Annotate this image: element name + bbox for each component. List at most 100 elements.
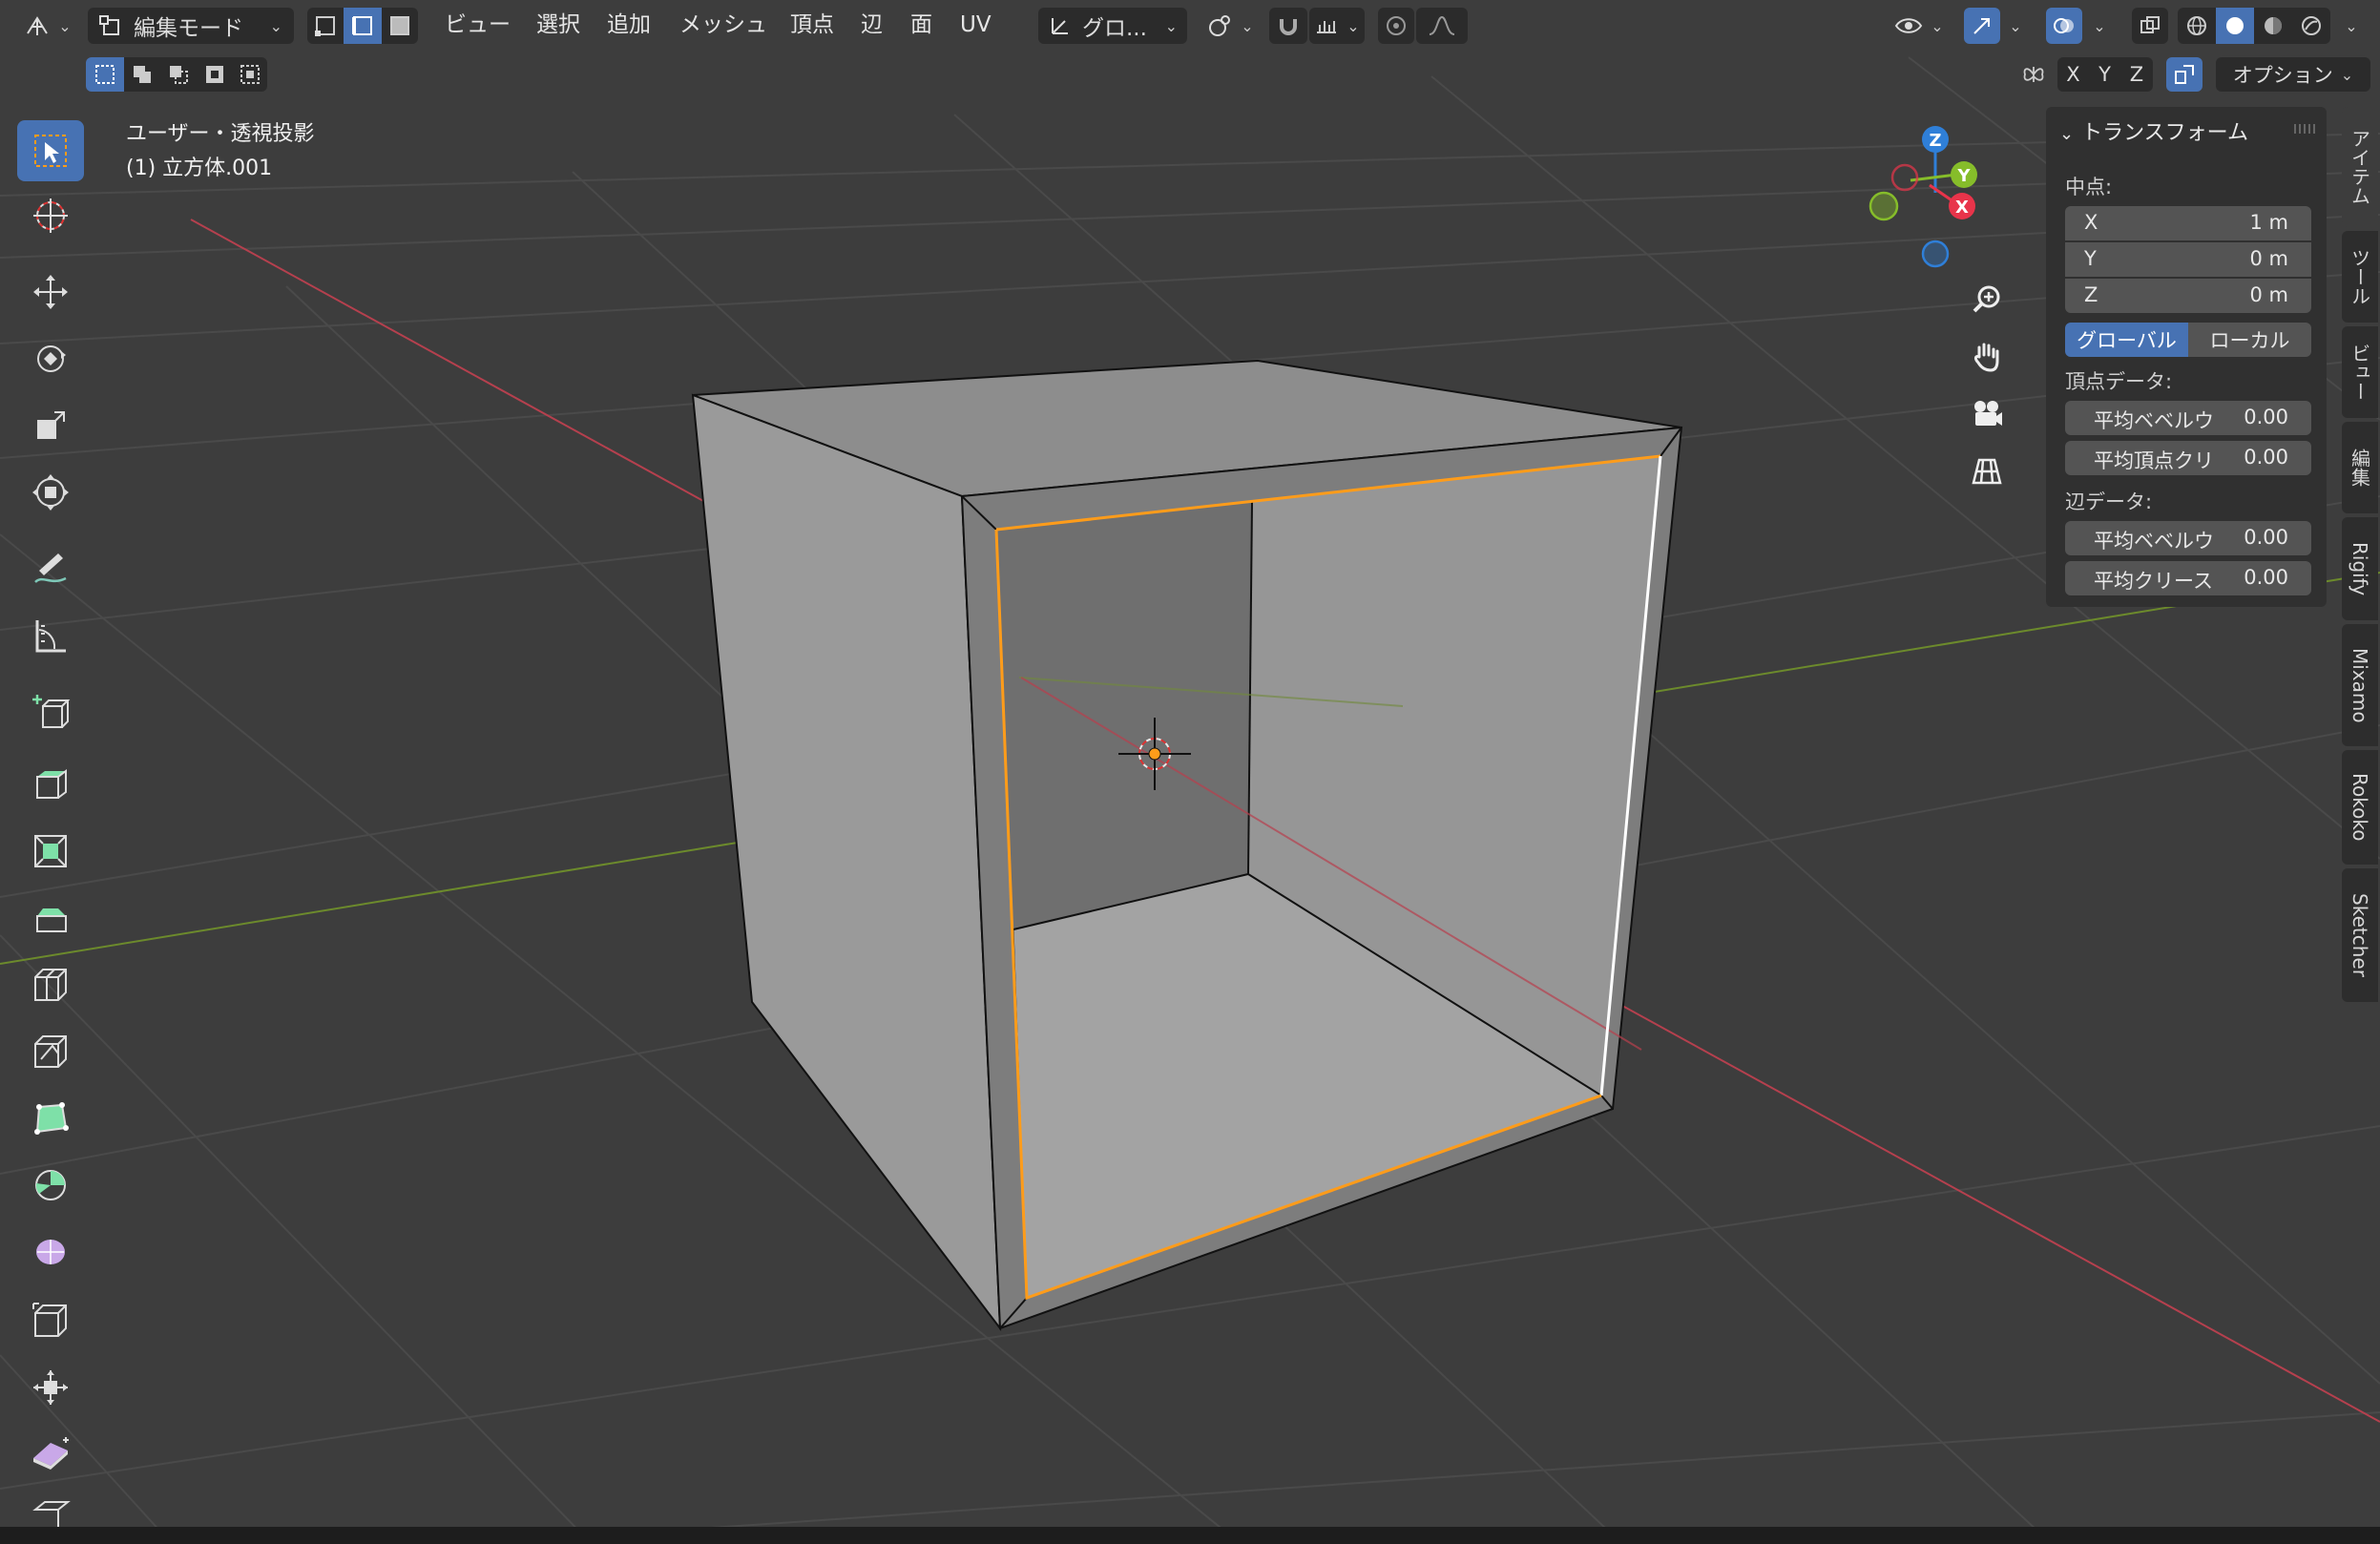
tab-mixamo[interactable]: Mixamo (2342, 624, 2378, 746)
mirror-y-toggle[interactable]: Y (2089, 57, 2120, 92)
select-box-tool[interactable] (17, 120, 84, 181)
pivot-point-dropdown[interactable]: ⌄ (1200, 8, 1260, 44)
options-dropdown[interactable]: オプション ⌄ (2216, 57, 2370, 92)
median-z-field[interactable]: Z 0 m (2065, 279, 2311, 313)
add-cube-icon (32, 695, 71, 728)
select-intersect-button[interactable] (233, 57, 267, 92)
add-cube-tool[interactable] (17, 681, 84, 742)
overlay-dropdown[interactable]: ⌄ (2086, 8, 2113, 44)
spin-tool[interactable] (17, 1155, 84, 1216)
select-subtract-button[interactable] (160, 57, 197, 92)
xray-toggle[interactable] (2132, 8, 2168, 44)
tab-view[interactable]: ビュー (2342, 326, 2378, 418)
shrink-fatten-tool[interactable] (17, 1357, 84, 1418)
mirror-z-toggle[interactable]: Z (2120, 57, 2153, 92)
annotate-tool[interactable] (17, 538, 84, 599)
mirror-icon-button[interactable] (2015, 57, 2052, 92)
menu-add[interactable]: 追加 (607, 10, 651, 40)
select-subtract-icon (170, 66, 188, 84)
navigation-gizmo[interactable]: Z Y X (1851, 115, 1985, 277)
gizmo-icon (1973, 18, 1990, 34)
falloff-dropdown[interactable] (1416, 8, 1468, 44)
transform-orientation-dropdown[interactable]: グロ... ⌄ (1038, 8, 1187, 44)
rotate-tool[interactable] (17, 328, 84, 389)
menu-select[interactable]: 選択 (536, 10, 580, 40)
camera-view-button[interactable] (1962, 389, 2012, 439)
edge-bevel-weight-field[interactable]: 平均ベベルウ 0.00 (2065, 521, 2311, 555)
solid-sphere-icon (2226, 17, 2244, 34)
editor-type-button[interactable]: ⌄ (19, 8, 76, 44)
tab-label: Sketcher (2349, 893, 2371, 977)
global-button[interactable]: グローバル (2065, 323, 2188, 357)
median-x-field[interactable]: X 1 m (2065, 206, 2311, 240)
tab-rokoko[interactable]: Rokoko (2342, 750, 2378, 865)
gizmo-y-negative[interactable] (1869, 191, 1899, 221)
menu-vertex[interactable]: 頂点 (790, 10, 834, 40)
menu-edge[interactable]: 辺 (861, 10, 883, 40)
menu-view[interactable]: ビュー (445, 10, 511, 40)
mirror-options: X Y Z オプション ⌄ (2015, 57, 2378, 95)
material-shading-button[interactable] (2254, 8, 2292, 44)
rendered-shading-button[interactable] (2292, 8, 2330, 44)
face-select-button[interactable] (382, 8, 418, 44)
tab-tool[interactable]: ツール (2342, 231, 2378, 323)
vertex-bevel-weight-field[interactable]: 平均ベベルウ 0.00 (2065, 401, 2311, 435)
tab-rigify[interactable]: Rigify (2342, 517, 2378, 620)
local-button[interactable]: ローカル (2188, 323, 2311, 357)
menu-mesh[interactable]: メッシュ (679, 10, 767, 40)
scale-tool[interactable] (17, 395, 84, 456)
solid-shading-button[interactable] (2216, 8, 2254, 44)
select-extend-button[interactable] (124, 57, 160, 92)
snap-target-dropdown[interactable]: ⌄ (1309, 8, 1365, 44)
gizmo-toggle[interactable] (1964, 8, 2000, 44)
mode-selector[interactable]: 編集モード ⌄ (88, 8, 294, 44)
vertex-crease-field[interactable]: 平均頂点クリ 0.00 (2065, 441, 2311, 475)
edge-slide-tool[interactable] (17, 1290, 84, 1351)
shear-tool[interactable] (17, 1424, 84, 1485)
transform-tool[interactable] (17, 462, 84, 523)
snap-toggle[interactable] (1269, 8, 1307, 44)
visibility-dropdown[interactable]: ⌄ (1889, 8, 1949, 44)
menu-uv[interactable]: UV (960, 10, 992, 40)
median-x-value: 1 m (2249, 211, 2289, 234)
select-invert-button[interactable] (197, 57, 233, 92)
wireframe-shading-button[interactable] (2178, 8, 2216, 44)
rip-region-tool[interactable] (17, 1491, 84, 1529)
cursor-tool[interactable] (17, 185, 84, 246)
auto-merge-toggle[interactable] (2166, 57, 2203, 92)
gizmo-z-negative[interactable] (1921, 240, 1950, 268)
select-new-button[interactable] (86, 57, 124, 92)
gizmo-x-negative[interactable] (1890, 163, 1919, 192)
menu-face[interactable]: 面 (910, 10, 932, 40)
gizmo-dropdown[interactable]: ⌄ (2002, 8, 2029, 44)
move-tool[interactable] (17, 261, 84, 323)
transform-panel: ⌄ トランスフォーム 中点: X 1 m Y 0 m Z 0 m グローバル ロー… (2046, 107, 2327, 607)
vertex-select-button[interactable] (307, 8, 344, 44)
tab-edit[interactable]: 編集 (2342, 422, 2378, 513)
smooth-vertices-icon (36, 1240, 65, 1264)
mirror-x-toggle[interactable]: X (2057, 57, 2089, 92)
median-y-field[interactable]: Y 0 m (2065, 242, 2311, 277)
measure-tool[interactable] (17, 605, 84, 666)
bevel-tool[interactable] (17, 887, 84, 949)
tab-sketcher[interactable]: Sketcher (2342, 868, 2378, 1002)
cube-mesh[interactable] (691, 359, 1683, 1332)
pan-button[interactable] (1962, 332, 2012, 382)
transform-panel-header[interactable]: ⌄ トランスフォーム (2059, 115, 2248, 153)
edge-select-button[interactable] (344, 8, 382, 44)
knife-tool[interactable] (17, 1021, 84, 1082)
edge-crease-field[interactable]: 平均クリース 0.00 (2065, 561, 2311, 595)
perspective-toggle-button[interactable] (1962, 447, 2012, 496)
loop-cut-tool[interactable] (17, 954, 84, 1015)
overlay-toggle[interactable] (2046, 8, 2082, 44)
3d-viewport[interactable] (0, 0, 2380, 1544)
tab-item[interactable]: アイテム (2342, 107, 2378, 227)
extrude-tool[interactable] (17, 754, 84, 815)
shading-dropdown[interactable]: ⌄ (2334, 8, 2369, 44)
proportional-edit-toggle[interactable] (1378, 8, 1414, 44)
inset-faces-tool[interactable] (17, 821, 84, 882)
drag-handle-icon[interactable] (2294, 124, 2315, 134)
poly-build-tool[interactable] (17, 1088, 84, 1149)
zoom-button[interactable] (1962, 275, 2012, 324)
smooth-tool[interactable] (17, 1221, 84, 1283)
